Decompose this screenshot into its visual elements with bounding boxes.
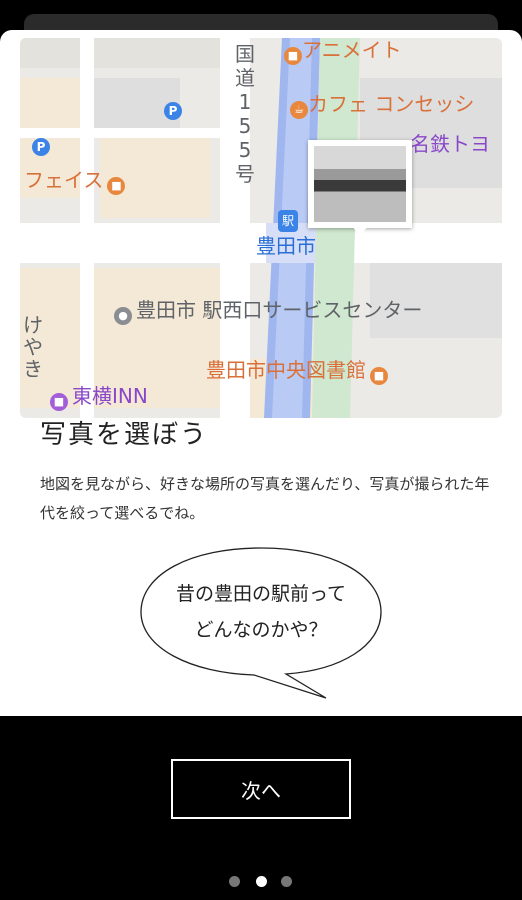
service-icon: ● bbox=[114, 307, 132, 325]
inn-label-text: 東横INN bbox=[72, 384, 148, 408]
speech-bubble-line-1: 昔の豊田の駅前って bbox=[175, 583, 347, 605]
next-button[interactable]: 次へ bbox=[171, 759, 351, 819]
map-label-face[interactable]: フェイス ■ bbox=[24, 168, 126, 195]
page-dot-3[interactable] bbox=[281, 876, 292, 887]
cafe-icon: ☕ bbox=[290, 101, 308, 119]
page-dot-1[interactable] bbox=[229, 876, 240, 887]
map-label-cafe[interactable]: ☕ カフェ コンセッシ bbox=[286, 94, 474, 119]
service-center-label-text: 豊田市 駅西口サービスセンター bbox=[136, 298, 423, 322]
shop-icon: ■ bbox=[284, 47, 302, 65]
map-label-station[interactable]: 豊田市 bbox=[256, 236, 316, 256]
speech-bubble-text: 昔の豊田の駅前って どんなのかや？ bbox=[136, 576, 386, 648]
face-label-text: フェイス bbox=[24, 168, 104, 192]
meitetsu-label-text: 名鉄トヨ bbox=[410, 132, 490, 156]
parking-icon[interactable]: P bbox=[32, 138, 50, 156]
historic-photo-thumbnail bbox=[314, 146, 406, 222]
route-label: 国道155号 bbox=[235, 42, 255, 186]
animate-label-text: アニメイト bbox=[302, 38, 402, 62]
page-dot-2[interactable] bbox=[256, 876, 267, 887]
map-label-service-center[interactable]: ● 豊田市 駅西口サービスセンター bbox=[114, 300, 422, 325]
photo-marker-pointer bbox=[352, 226, 368, 236]
photo-marker[interactable] bbox=[308, 140, 412, 236]
onboarding-card: ■アニメイト ☕カフェ コンセッシ ■名鉄トヨ フェイス■ P P 国道155号… bbox=[0, 30, 522, 716]
map-view[interactable]: ■アニメイト ☕カフェ コンセッシ ■名鉄トヨ フェイス■ P P 国道155号… bbox=[20, 38, 502, 418]
station-icon[interactable]: 駅 bbox=[278, 210, 298, 232]
map-label-inn[interactable]: ■ 東横INN bbox=[50, 386, 148, 411]
speech-bubble-line-2: どんなのかや？ bbox=[194, 619, 328, 641]
keyaki-label: けやき bbox=[23, 313, 43, 381]
shop-icon: ■ bbox=[107, 177, 126, 195]
card-description: 地図を見ながら、好きな場所の写真を選んだり、写真が撮られた年代を絞って選べるでね… bbox=[40, 475, 490, 522]
library-label-text: 豊田市中央図書館 bbox=[206, 358, 366, 382]
library-icon: ■ bbox=[370, 367, 388, 385]
speech-bubble: 昔の豊田の駅前って どんなのかや？ bbox=[136, 542, 386, 702]
cafe-label-text: カフェ コンセッシ bbox=[308, 92, 475, 116]
map-label-library[interactable]: 豊田市中央図書館 ■ bbox=[206, 360, 388, 385]
parking-icon[interactable]: P bbox=[164, 102, 182, 120]
card-title: 写真を選ぼう bbox=[40, 420, 209, 450]
hotel-icon: ■ bbox=[50, 393, 68, 411]
map-label-animate[interactable]: ■ アニメイト bbox=[280, 40, 402, 65]
